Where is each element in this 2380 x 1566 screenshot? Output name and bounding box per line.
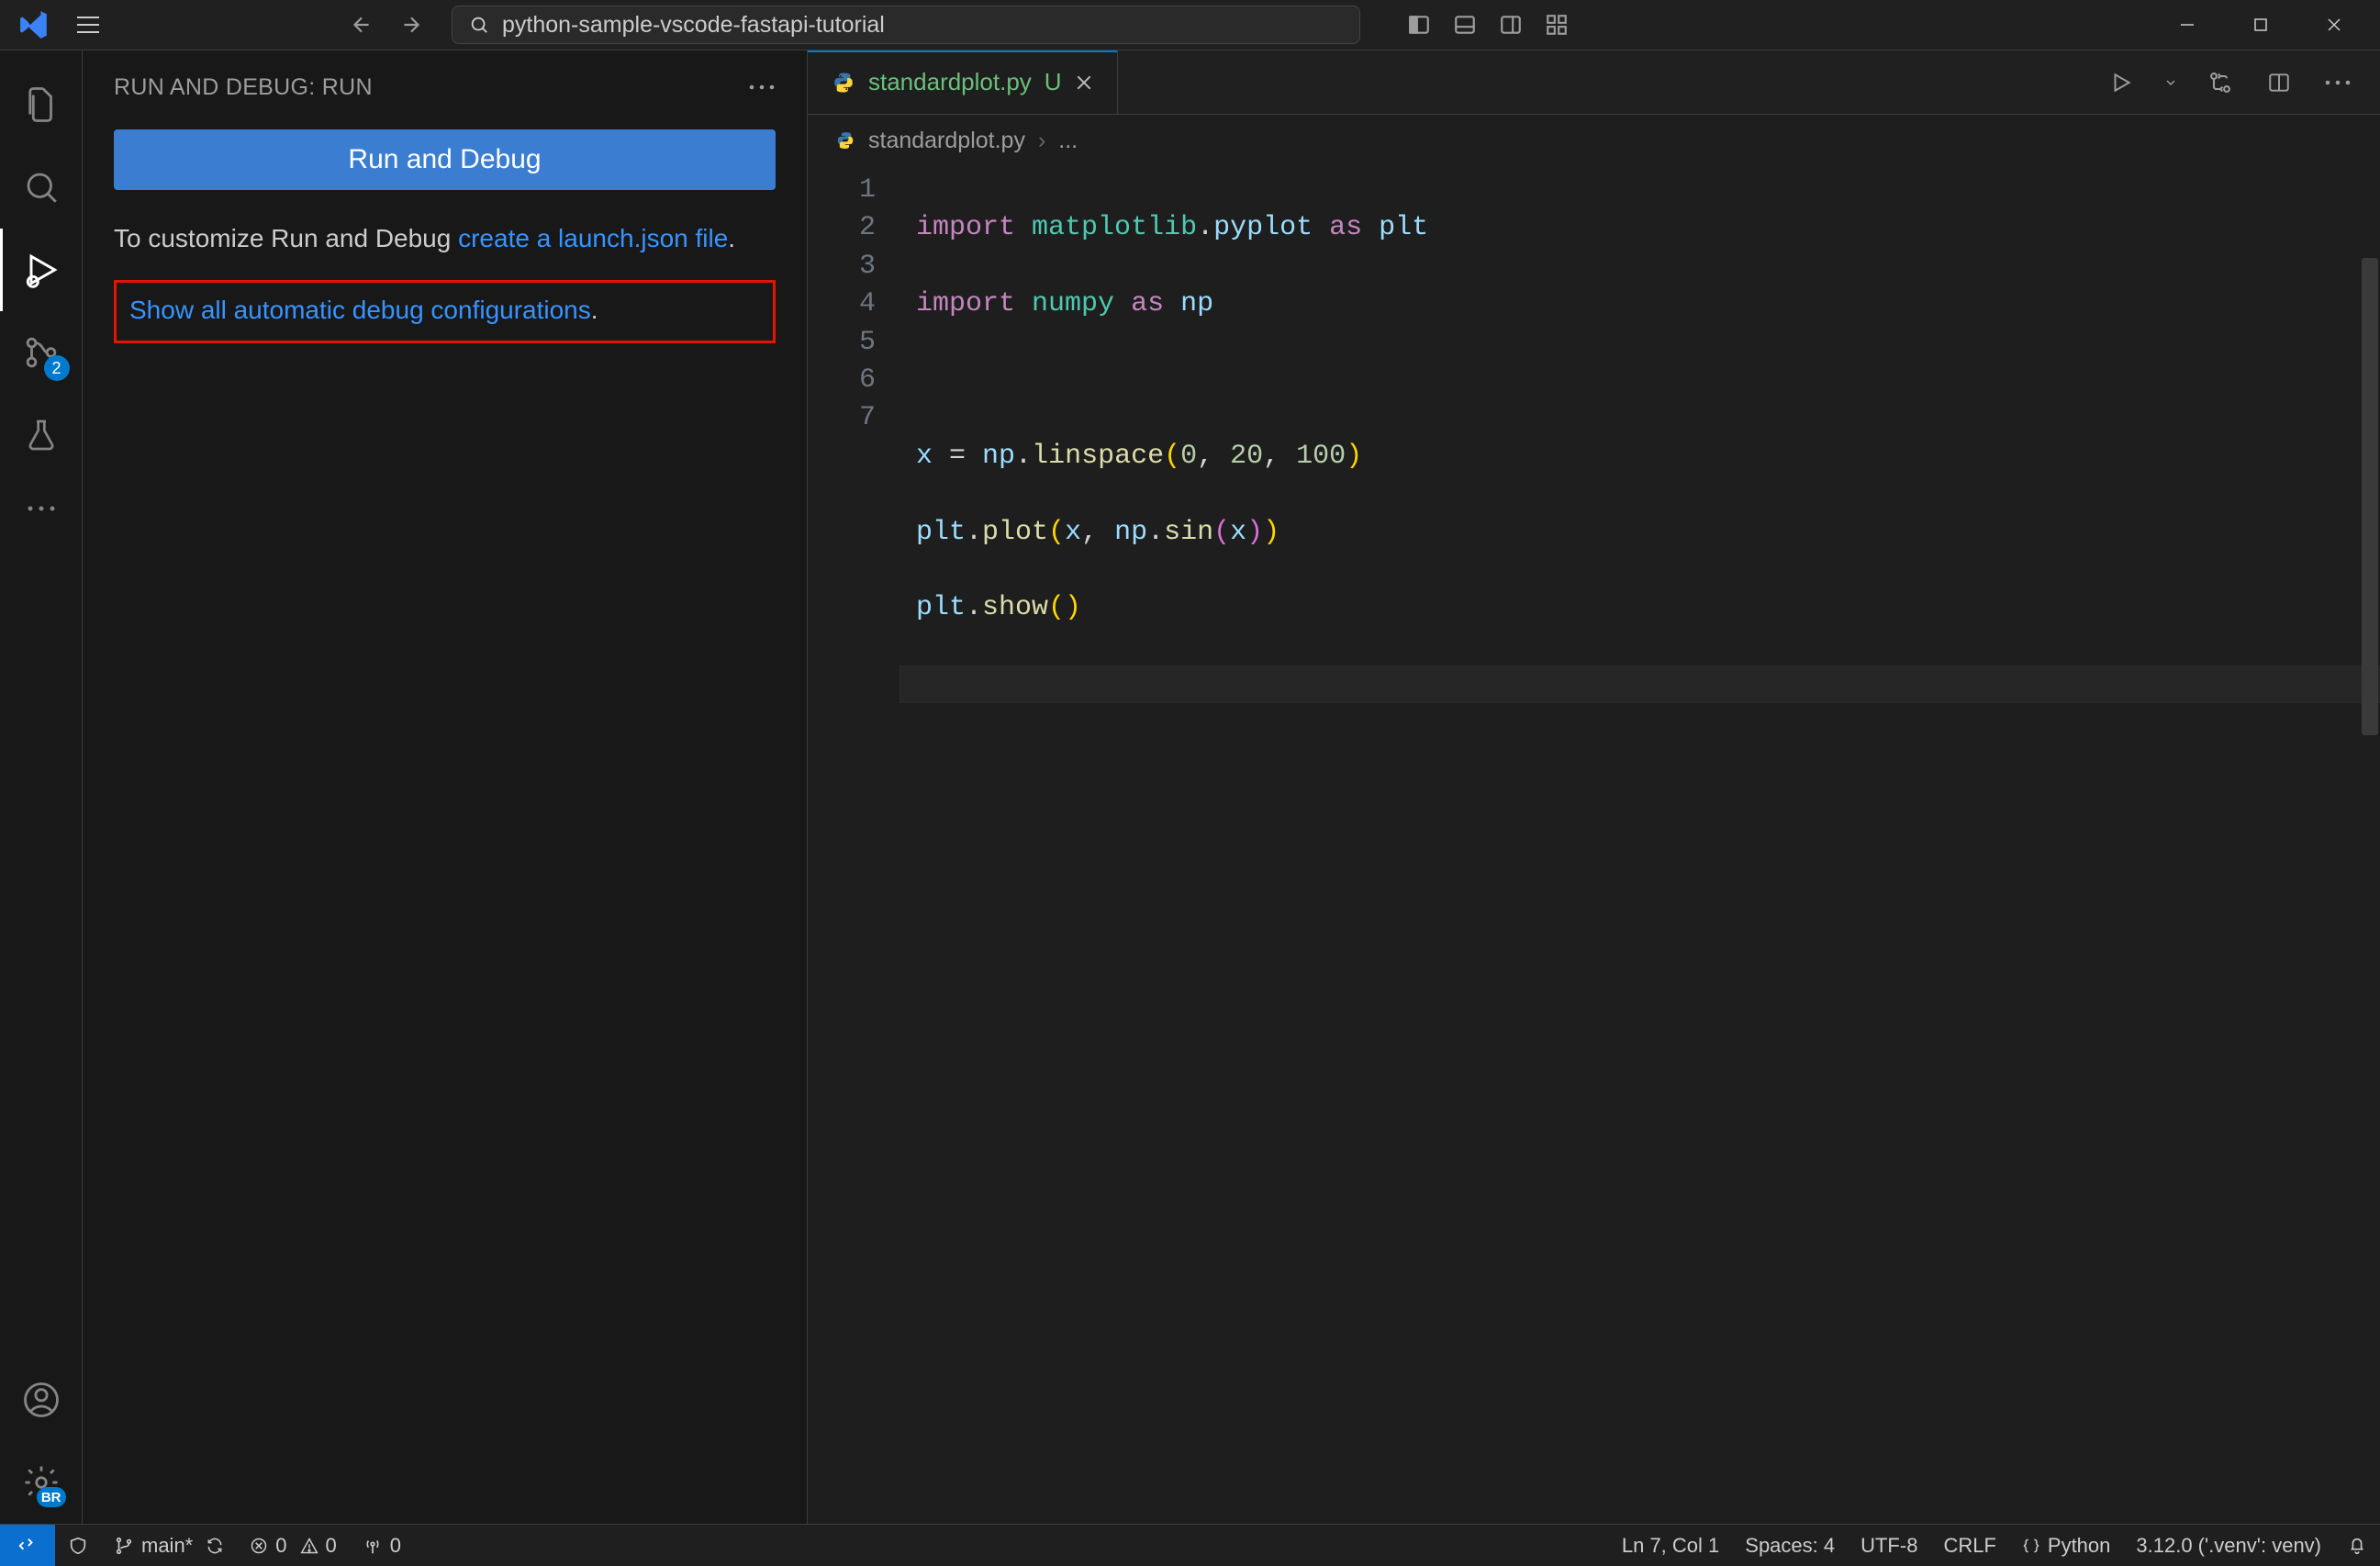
run-file-dropdown-button[interactable]: [2160, 62, 2182, 103]
python-interpreter-status[interactable]: 3.12.0 ('.venv': venv): [2123, 1525, 2334, 1566]
window-minimize-button[interactable]: [2151, 0, 2224, 50]
encoding-status[interactable]: UTF-8: [1848, 1525, 1930, 1566]
activity-accounts[interactable]: [0, 1359, 83, 1441]
eol-status[interactable]: CRLF: [1930, 1525, 2008, 1566]
debug-icon: [21, 250, 61, 290]
customize-hint: To customize Run and Debug create a laun…: [114, 221, 776, 256]
editor-scrollbar[interactable]: [2362, 258, 2378, 735]
split-icon: [2267, 71, 2291, 95]
play-icon: [2109, 71, 2133, 95]
bell-icon: [2347, 1536, 2367, 1556]
python-file-icon: [832, 71, 855, 95]
command-center-search[interactable]: python-sample-vscode-fastapi-tutorial: [452, 6, 1360, 44]
editor-tabs: standardplot.py U: [808, 50, 2380, 115]
nav-back-button[interactable]: [343, 6, 380, 43]
trust-indicator[interactable]: [55, 1525, 101, 1566]
tab-close-button[interactable]: [1075, 73, 1093, 92]
editor-more-actions-button[interactable]: [2318, 62, 2358, 103]
show-all-configs-link[interactable]: Show all automatic debug configurations: [129, 296, 591, 324]
activity-additional-views[interactable]: [0, 476, 83, 541]
breadcrumb-file: standardplot.py: [868, 128, 1025, 154]
status-bar: main* 0 0 0 Ln 7, Col 1 Spaces: 4 UTF-8 …: [0, 1524, 2380, 1566]
error-icon: [250, 1537, 268, 1555]
problems-status[interactable]: 0 0: [237, 1525, 350, 1566]
activity-run-debug[interactable]: [0, 229, 83, 311]
braces-icon: [2022, 1537, 2040, 1555]
warning-icon: [300, 1537, 318, 1555]
create-launch-json-link[interactable]: create a launch.json file: [458, 224, 728, 252]
chevron-right-icon: ›: [1038, 128, 1045, 154]
ellipsis-icon: [2324, 79, 2352, 86]
ellipsis-icon: [748, 84, 776, 91]
activity-manage[interactable]: BR: [0, 1441, 83, 1524]
search-icon: [469, 15, 489, 35]
beaker-icon: [23, 417, 60, 453]
panel-more-button[interactable]: [748, 84, 776, 91]
git-branch-icon: [114, 1536, 134, 1556]
chevron-down-icon: [2163, 75, 2178, 90]
line-gutter: 1 2 3 4 5 6 7: [808, 166, 899, 1524]
ellipsis-icon: [26, 504, 57, 513]
activity-search[interactable]: [0, 146, 83, 229]
nav-forward-button[interactable]: [393, 6, 430, 43]
panel-title: RUN AND DEBUG: RUN: [114, 74, 373, 101]
shield-icon: [68, 1536, 88, 1556]
remote-indicator[interactable]: [0, 1525, 55, 1566]
git-branch-status[interactable]: main*: [101, 1525, 237, 1566]
activity-explorer[interactable]: [0, 63, 83, 146]
activity-source-control[interactable]: 2: [0, 311, 83, 394]
vscode-logo-icon: [9, 9, 62, 40]
activity-bar: 2 BR: [0, 50, 83, 1524]
breadcrumb[interactable]: standardplot.py › ...: [808, 115, 2380, 166]
cursor-position-status[interactable]: Ln 7, Col 1: [1609, 1525, 1732, 1566]
remote-icon: [17, 1536, 38, 1556]
run-and-debug-button[interactable]: Run and Debug: [114, 129, 776, 190]
title-bar: python-sample-vscode-fastapi-tutorial: [0, 0, 2380, 50]
close-icon: [1075, 73, 1093, 92]
radio-tower-icon: [363, 1536, 383, 1556]
language-mode-status[interactable]: Python: [2009, 1525, 2124, 1566]
run-file-button[interactable]: [2101, 62, 2141, 103]
tab-modified-indicator: U: [1045, 68, 1062, 96]
notifications-button[interactable]: [2334, 1525, 2380, 1566]
code-editor[interactable]: 1 2 3 4 5 6 7 import matplotlib.pyplot a…: [808, 166, 2380, 1524]
manage-badge: BR: [37, 1487, 66, 1507]
toggle-panel-button[interactable]: [1447, 6, 1483, 43]
run-debug-panel: RUN AND DEBUG: RUN Run and Debug To cust…: [83, 50, 808, 1524]
ports-status[interactable]: 0: [350, 1525, 414, 1566]
editor-tab-standardplot[interactable]: standardplot.py U: [808, 50, 1118, 114]
tab-file-label: standardplot.py: [868, 68, 1032, 96]
command-center-text: python-sample-vscode-fastapi-tutorial: [502, 12, 885, 39]
split-editor-button[interactable]: [2259, 62, 2299, 103]
code-content[interactable]: import matplotlib.pyplot as plt import n…: [899, 166, 2380, 1524]
editor-area: standardplot.py U standardplot.py › ...: [808, 50, 2380, 1524]
sync-icon: [206, 1537, 224, 1555]
source-control-badge: 2: [44, 355, 70, 381]
app-menu-button[interactable]: [73, 10, 103, 39]
git-compare-icon: [2207, 70, 2233, 95]
customize-layout-button[interactable]: [1538, 6, 1575, 43]
window-close-button[interactable]: [2297, 0, 2371, 50]
compare-changes-button[interactable]: [2200, 62, 2240, 103]
breadcrumb-rest: ...: [1058, 128, 1078, 154]
window-maximize-button[interactable]: [2224, 0, 2297, 50]
toggle-secondary-sidebar-button[interactable]: [1492, 6, 1529, 43]
activity-testing[interactable]: [0, 394, 83, 476]
python-file-icon: [835, 130, 855, 151]
files-icon: [22, 85, 61, 124]
indentation-status[interactable]: Spaces: 4: [1732, 1525, 1848, 1566]
toggle-primary-sidebar-button[interactable]: [1401, 6, 1437, 43]
search-icon: [22, 168, 61, 207]
account-icon: [22, 1381, 61, 1419]
highlighted-hint: Show all automatic debug configurations.: [114, 280, 776, 343]
